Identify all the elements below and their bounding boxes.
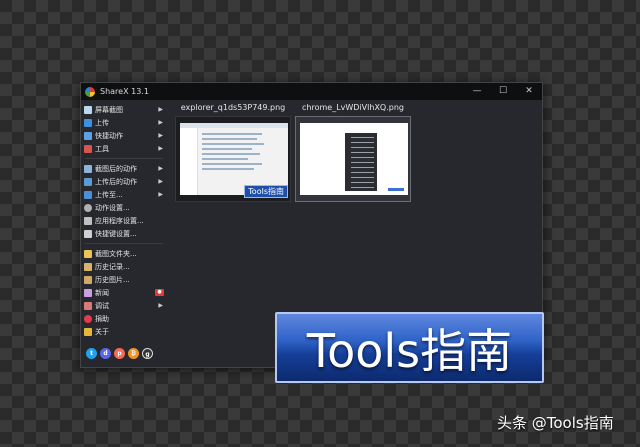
menu-item-image-history[interactable]: 历史图片...: [81, 273, 169, 286]
bitcoin-icon[interactable]: ₿: [128, 348, 139, 359]
menu-item-tools[interactable]: 工具 ▶: [81, 142, 169, 155]
wrench-icon: [84, 216, 92, 225]
menu-item-destinations[interactable]: 上传至... ▶: [81, 188, 169, 201]
thumbnail-preview[interactable]: [295, 116, 411, 202]
toolbox-icon: [84, 144, 92, 153]
patreon-icon[interactable]: p: [114, 348, 125, 359]
new-badge-icon: ●: [155, 289, 164, 296]
menu-divider: [85, 243, 163, 244]
menu-item-upload[interactable]: 上传 ▶: [81, 116, 169, 129]
image-history-icon: [84, 275, 92, 284]
folder-up-icon: [84, 190, 92, 199]
github-icon[interactable]: g: [142, 348, 153, 359]
menu-label: 快捷键设置...: [95, 229, 137, 238]
author-credit: 头条 @Tools指南: [497, 414, 614, 432]
submenu-arrow-icon: ▶: [158, 119, 163, 126]
window-title: ShareX 13.1: [100, 87, 149, 96]
menu-label: 应用程序设置...: [95, 216, 144, 225]
tools-watermark-banner: Tools指南: [275, 312, 544, 383]
thumbnail-item[interactable]: explorer_q1ds53P749.png Tools指南: [175, 100, 291, 202]
menu-label: 屏幕截图: [95, 105, 123, 114]
bug-icon: [84, 301, 92, 310]
gear-icon: [84, 203, 92, 212]
menu-item-news[interactable]: 新闻 ●: [81, 286, 169, 299]
discord-icon[interactable]: d: [100, 348, 111, 359]
menu-item-quick-actions[interactable]: 快捷动作 ▶: [81, 129, 169, 142]
history-icon: [84, 262, 92, 271]
menu-label: 截图文件夹...: [95, 249, 137, 258]
thumbnail-filename: explorer_q1ds53P749.png: [180, 103, 286, 112]
maximize-button[interactable]: ☐: [490, 83, 516, 100]
menu-label: 动作设置...: [95, 203, 130, 212]
menu-label: 历史记录...: [95, 262, 130, 271]
menu-item-donate[interactable]: 捐助: [81, 312, 169, 325]
thumbnail-item[interactable]: chrome_LvWDiVlhXQ.png: [295, 100, 411, 202]
submenu-arrow-icon: ▶: [158, 191, 163, 198]
thumbnail-watermark: Tools指南: [244, 185, 288, 198]
thumbnail-filename: chrome_LvWDiVlhXQ.png: [302, 103, 404, 112]
menu-item-screenshots-folder[interactable]: 截图文件夹...: [81, 247, 169, 260]
chrome-screenshot-image: [300, 123, 408, 195]
menu-label: 调试: [95, 301, 109, 310]
menu-item-after-capture[interactable]: 截图后的动作 ▶: [81, 162, 169, 175]
crown-icon: [84, 327, 92, 336]
cloud-icon: [84, 177, 92, 186]
keyboard-icon: [84, 229, 92, 238]
minimize-button[interactable]: —: [464, 83, 490, 100]
menu-label: 截图后的动作: [95, 164, 137, 173]
title-bar[interactable]: ShareX 13.1 — ☐ ✕: [81, 83, 542, 100]
menu-item-debug[interactable]: 调试 ▶: [81, 299, 169, 312]
menu-item-about[interactable]: 关于: [81, 325, 169, 338]
menu-label: 上传后的动作: [95, 177, 137, 186]
menu-item-application-settings[interactable]: 应用程序设置...: [81, 214, 169, 227]
submenu-arrow-icon: ▶: [158, 302, 163, 309]
thumbnail-preview[interactable]: Tools指南: [175, 116, 291, 202]
menu-label: 捐助: [95, 314, 109, 323]
menu-item-after-upload[interactable]: 上传后的动作 ▶: [81, 175, 169, 188]
main-menu: 屏幕截图 ▶ 上传 ▶ 快捷动作 ▶ 工具 ▶ 截图后的动作 ▶ 上传后的动作 …: [81, 100, 169, 367]
menu-item-hotkey-settings[interactable]: 快捷键设置...: [81, 227, 169, 240]
upload-arrow-icon: [84, 118, 92, 127]
submenu-arrow-icon: ▶: [158, 178, 163, 185]
monitor-icon: [84, 105, 92, 114]
submenu-arrow-icon: ▶: [158, 145, 163, 152]
window-controls: — ☐ ✕: [464, 83, 542, 100]
menu-item-capture[interactable]: 屏幕截图 ▶: [81, 103, 169, 116]
folder-icon: [84, 249, 92, 258]
twitter-icon[interactable]: t: [86, 348, 97, 359]
menu-item-history[interactable]: 历史记录...: [81, 260, 169, 273]
social-links: t d p ₿ g: [86, 348, 153, 359]
menu-label: 新闻: [95, 288, 109, 297]
news-icon: [84, 288, 92, 297]
menu-item-task-settings[interactable]: 动作设置...: [81, 201, 169, 214]
menu-label: 工具: [95, 144, 109, 153]
sharex-logo-icon: [85, 86, 95, 97]
context-menu-image: [345, 133, 377, 191]
close-button[interactable]: ✕: [516, 83, 542, 100]
menu-divider: [85, 158, 163, 159]
heart-icon: [84, 314, 92, 323]
grid-icon: [84, 131, 92, 140]
menu-label: 关于: [95, 327, 109, 336]
menu-label: 快捷动作: [95, 131, 123, 140]
menu-label: 上传: [95, 118, 109, 127]
submenu-arrow-icon: ▶: [158, 106, 163, 113]
menu-label: 上传至...: [95, 190, 123, 199]
image-icon: [84, 164, 92, 173]
submenu-arrow-icon: ▶: [158, 132, 163, 139]
menu-label: 历史图片...: [95, 275, 130, 284]
submenu-arrow-icon: ▶: [158, 165, 163, 172]
